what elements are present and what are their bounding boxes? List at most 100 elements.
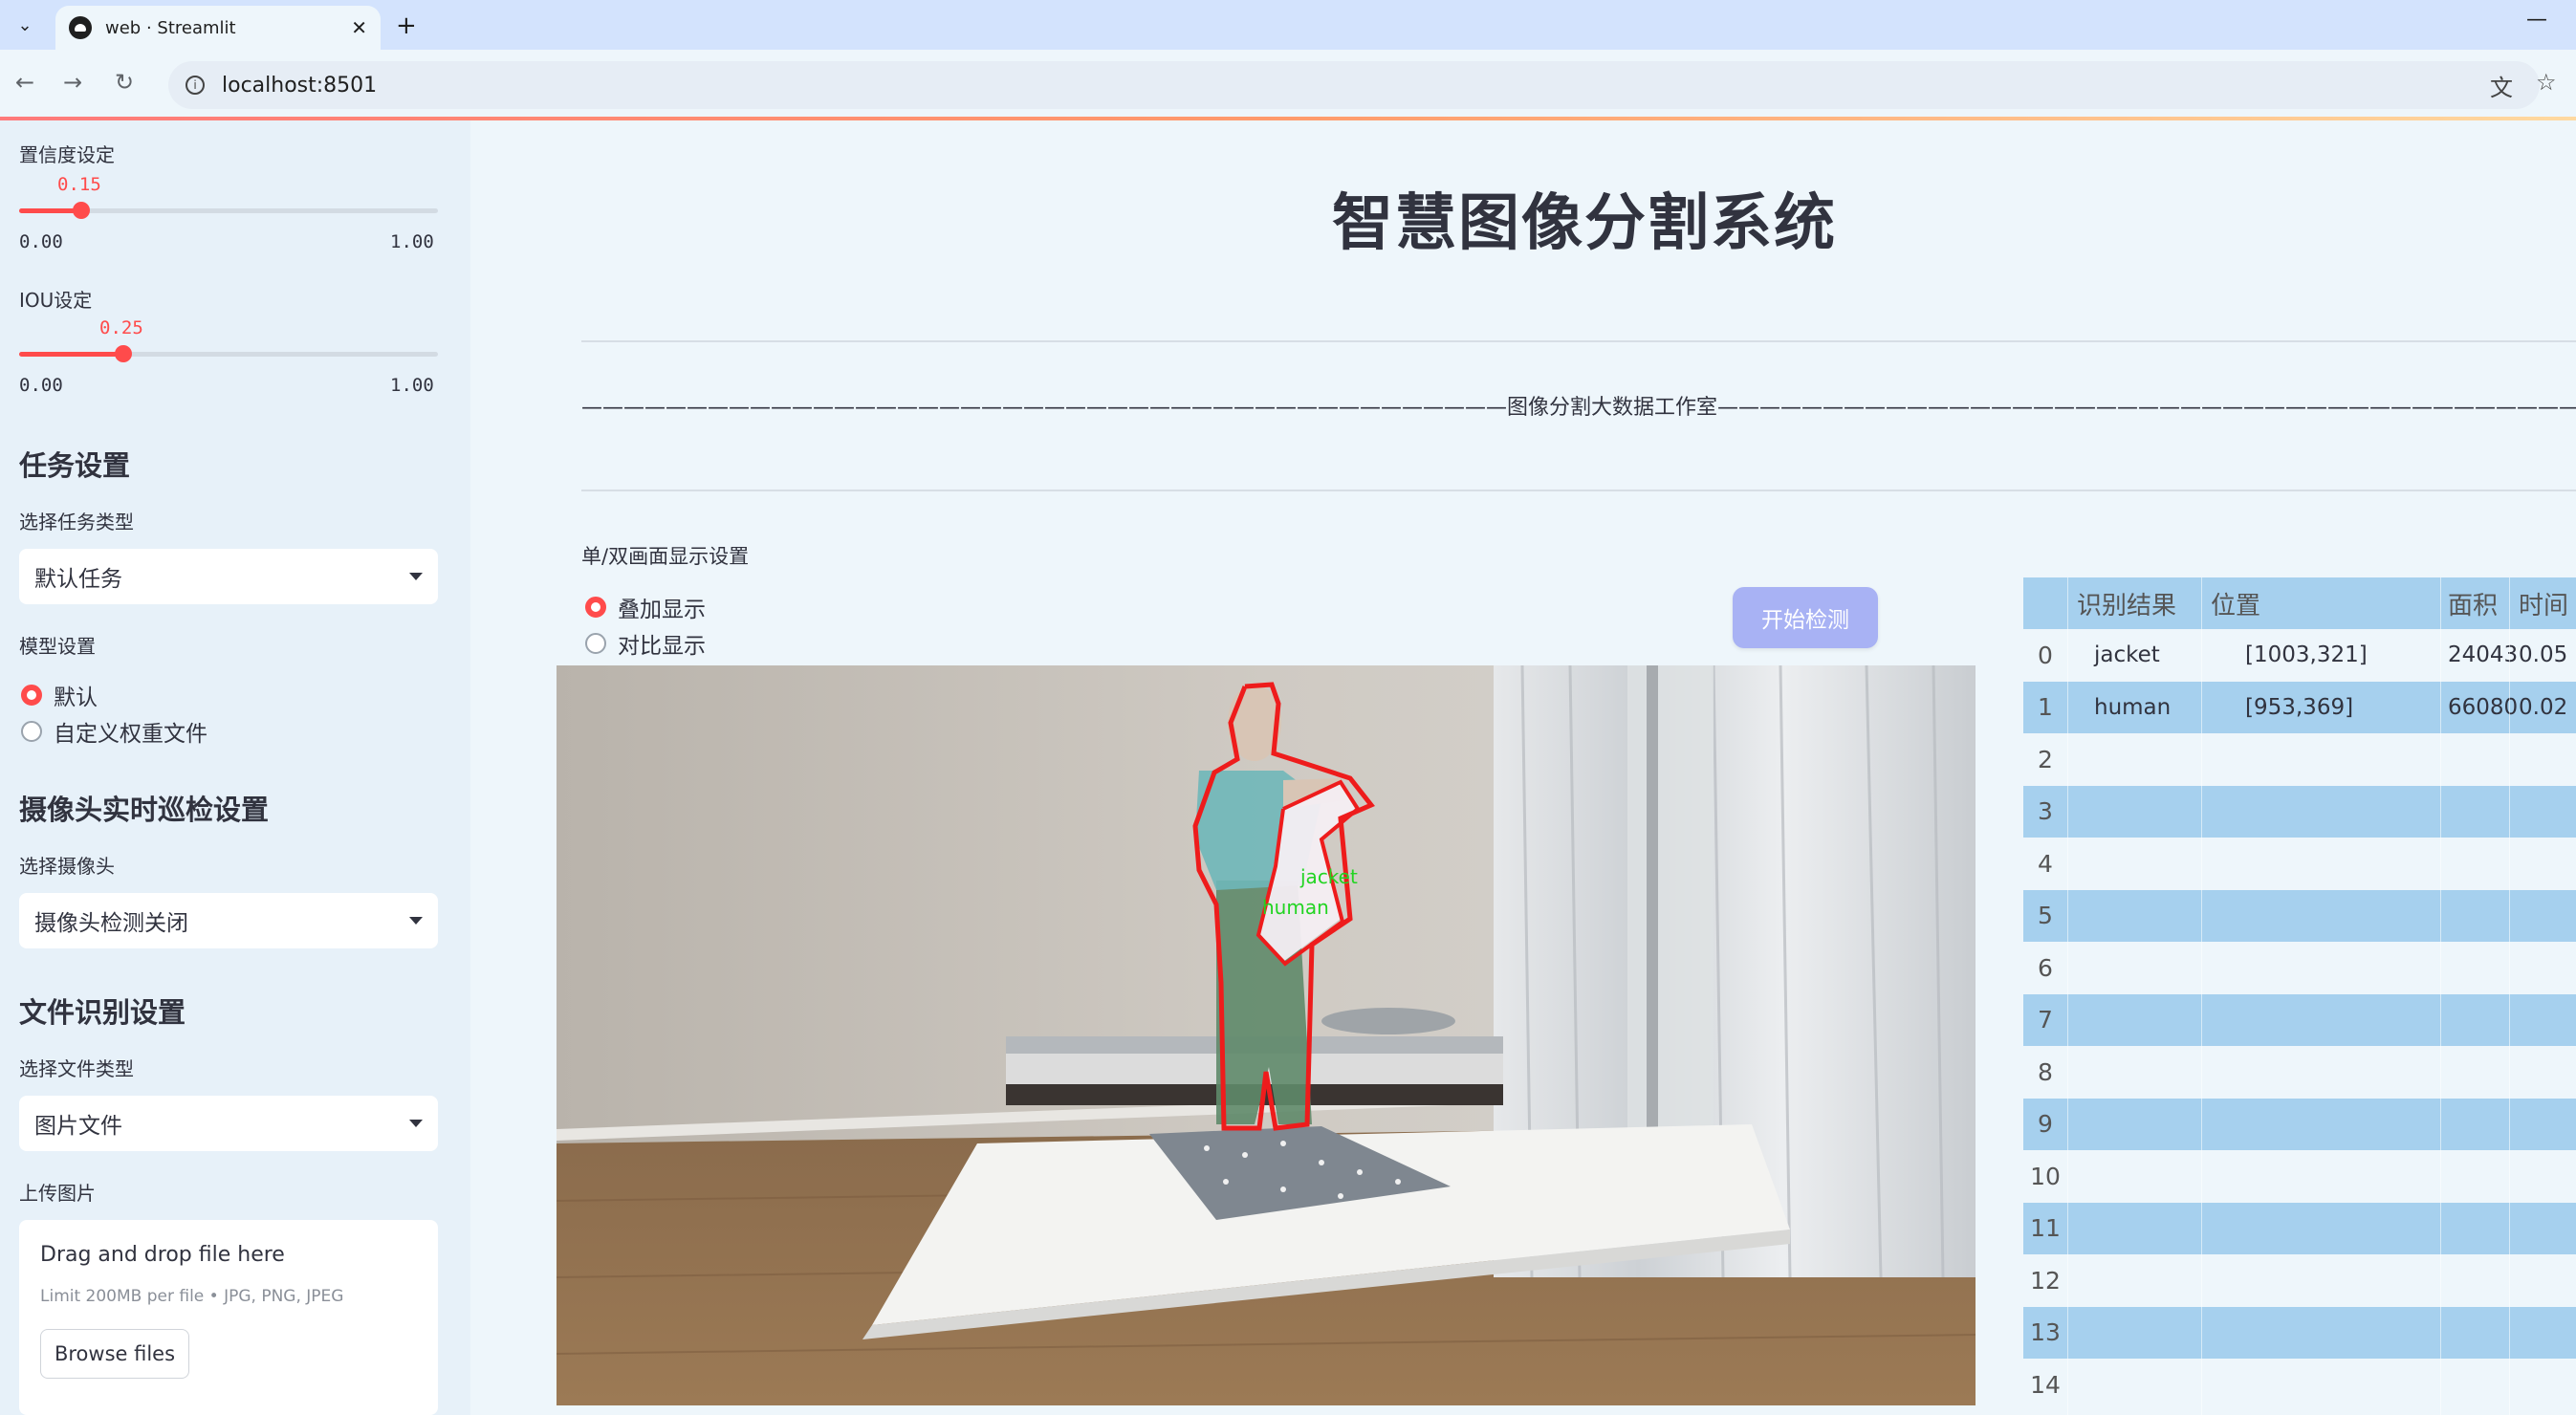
divider-bottom [581,490,2576,491]
camera-heading: 摄像头实时巡检设置 [19,794,270,826]
browse-files-button[interactable]: Browse files [40,1329,189,1379]
row-index: 2 [2038,745,2053,773]
cell-time: 0.05 [2519,642,2568,667]
table-row[interactable]: 5 [2023,889,2576,942]
table-row[interactable]: 12 [2023,1254,2576,1306]
window-minimize-icon[interactable]: — [2526,8,2547,32]
iou-max: 1.00 [390,375,434,396]
cell-area: 24043 [2448,642,2519,667]
cell-area: 66080 [2448,694,2519,720]
table-row[interactable]: 4 [2023,838,2576,889]
tab-search-chevron-icon[interactable]: ⌄ [11,11,38,38]
task-type-select[interactable]: 默认任务 [19,549,438,604]
browser-tab[interactable]: web · Streamlit ✕ [55,6,381,50]
table-row[interactable]: 11 [2023,1202,2576,1254]
address-bar[interactable]: i localhost:8501 [168,61,2540,109]
confidence-label: 置信度设定 [19,143,115,166]
confidence-slider-thumb[interactable] [73,202,90,219]
camera-select[interactable]: 摄像头检测关闭 [19,893,438,948]
results-table[interactable]: 识别结果 位置 面积 时间 0 jacket [1003,321] 24043 0.05… [2023,577,2576,1415]
studio-divider-text: ————————————————————————————————————————… [581,396,2576,420]
row-index: 7 [2038,1006,2053,1034]
camera-select-value: 摄像头检测关闭 [34,911,188,936]
header-position: 位置 [2211,591,2261,620]
divider-top [581,340,2576,342]
row-index: 1 [2038,693,2053,721]
table-row[interactable]: 1 human [953,369] 66080 0.02 [2023,681,2576,733]
browser-toolbar: ← → ↻ i localhost:8501 文 ☆ [0,50,2576,119]
task-type-label: 选择任务类型 [19,511,134,533]
table-row[interactable]: 0 jacket [1003,321] 24043 0.05 [2023,629,2576,681]
model-option-custom[interactable]: 自定义权重文件 [21,715,207,748]
tab-close-icon[interactable]: ✕ [351,16,367,39]
task-type-value: 默认任务 [34,567,122,592]
cell-result: jacket [2094,642,2160,667]
display-option-compare[interactable]: 对比显示 [585,627,706,660]
row-index: 4 [2038,849,2053,878]
display-option-overlay[interactable]: 叠加显示 [585,591,706,623]
row-index: 13 [2030,1318,2061,1346]
table-row[interactable]: 10 [2023,1150,2576,1202]
chevron-down-icon [409,573,423,580]
column-separator [2509,577,2510,1415]
streamlit-favicon-icon [69,16,92,39]
confidence-max: 1.00 [390,231,434,252]
reload-icon[interactable]: ↻ [115,69,134,96]
table-row[interactable]: 13 [2023,1306,2576,1359]
forward-arrow-icon[interactable]: → [63,69,82,96]
chevron-down-icon [409,1120,423,1127]
display-option-compare-label: 对比显示 [618,634,706,659]
display-mode-label: 单/双画面显示设置 [581,545,750,568]
table-row[interactable]: 6 [2023,942,2576,993]
confidence-slider[interactable] [19,202,438,219]
iou-slider[interactable] [19,345,438,362]
cell-position: [1003,321] [2245,642,2368,667]
file-heading: 文件识别设置 [19,996,186,1029]
header-area: 面积 [2448,591,2499,620]
scene-illustration: jacket human [557,665,1976,1405]
iou-slider-thumb[interactable] [115,345,132,362]
table-row[interactable]: 2 [2023,733,2576,785]
model-option-default[interactable]: 默认 [21,679,98,711]
row-index: 11 [2030,1214,2061,1242]
file-type-select[interactable]: 图片文件 [19,1096,438,1151]
table-row[interactable]: 14 [2023,1359,2576,1410]
column-separator [2067,577,2068,1415]
iou-min: 0.00 [19,375,63,396]
confidence-value: 0.15 [57,174,101,195]
translate-icon[interactable]: 文 [2490,69,2513,102]
iou-value: 0.25 [99,317,143,338]
bookmark-star-icon[interactable]: ☆ [2536,69,2557,96]
site-info-icon[interactable]: i [186,76,205,95]
row-index: 0 [2038,641,2053,669]
model-settings-label: 模型设置 [19,635,96,658]
row-index: 10 [2030,1162,2061,1190]
radio-selected-icon[interactable] [585,597,606,618]
display-option-overlay-label: 叠加显示 [618,598,706,622]
radio-unselected-icon[interactable] [21,721,42,742]
row-index: 12 [2030,1266,2061,1295]
back-arrow-icon[interactable]: ← [15,69,34,96]
row-index: 9 [2038,1110,2053,1138]
iou-slider-fill [19,352,123,357]
cell-time: 0.02 [2519,694,2568,720]
radio-selected-icon[interactable] [21,685,42,706]
page-title: 智慧图像分割系统 [1332,188,1837,259]
label-human: human [1262,896,1329,919]
new-tab-plus-icon[interactable]: + [396,11,417,40]
table-row[interactable]: 9 [2023,1098,2576,1150]
cell-result: human [2094,694,2172,720]
file-type-value: 图片文件 [34,1114,122,1139]
upload-limit-text: Limit 200MB per file • JPG, PNG, JPEG [40,1287,344,1306]
row-index: 5 [2038,902,2053,929]
header-time: 时间 [2519,591,2569,620]
radio-unselected-icon[interactable] [585,633,606,654]
url-text: localhost:8501 [222,73,378,98]
start-detection-button[interactable]: 开始检测 [1733,587,1878,648]
iou-label: IOU设定 [19,289,93,312]
table-row[interactable]: 8 [2023,1046,2576,1098]
file-uploader-dropzone[interactable]: Drag and drop file here Limit 200MB per … [19,1220,438,1415]
table-row[interactable]: 3 [2023,785,2576,838]
table-row[interactable]: 7 [2023,993,2576,1046]
tab-title: web · Streamlit [105,17,236,38]
